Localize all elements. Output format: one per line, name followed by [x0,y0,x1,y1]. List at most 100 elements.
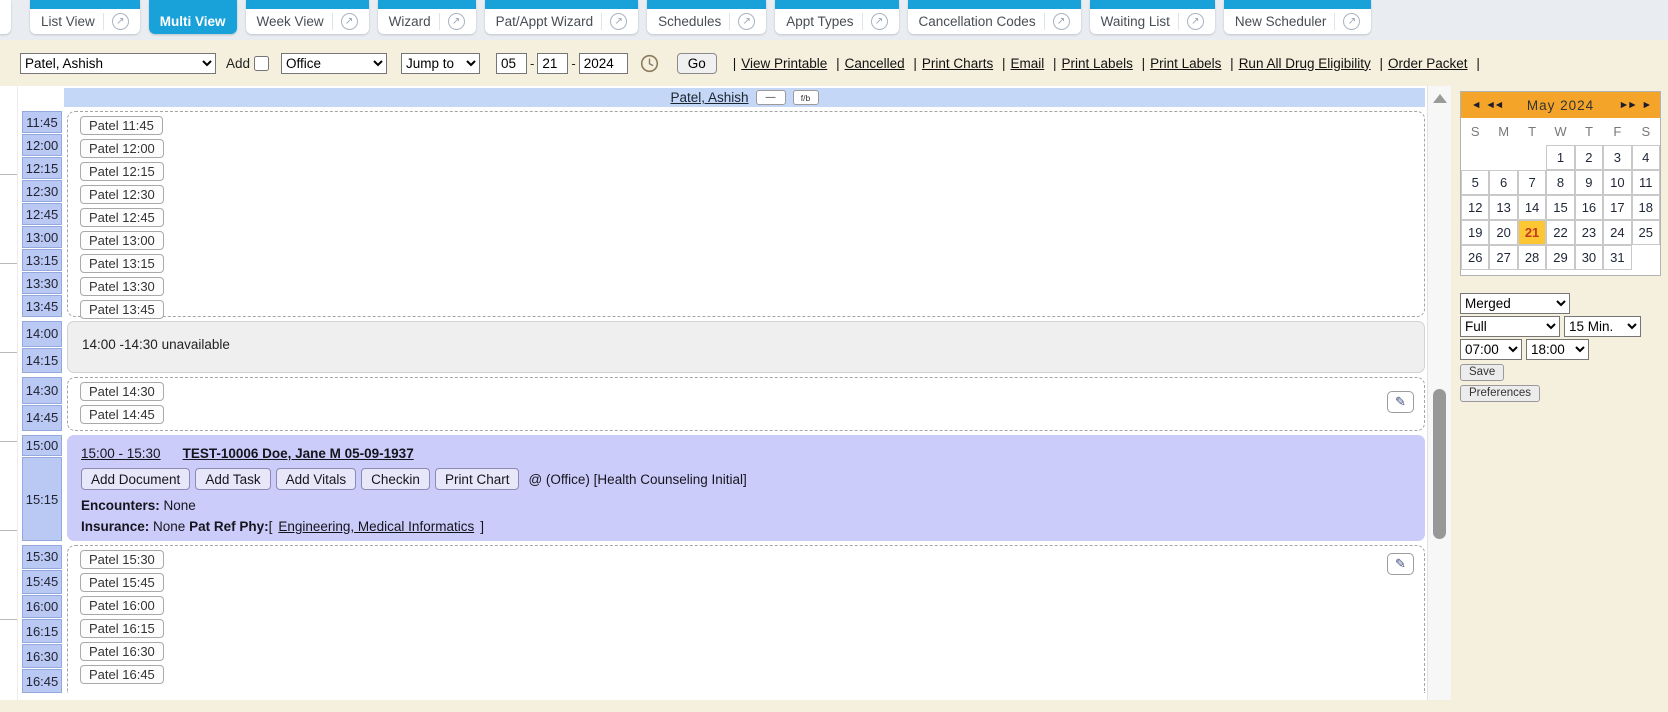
calendar-day-cell[interactable]: 27 [1489,245,1517,270]
calendar-day-cell[interactable]: 8 [1546,170,1574,195]
time-cell[interactable]: 15:15 [22,457,62,541]
minimize-column-button[interactable]: — [756,90,786,105]
calendar-day-cell[interactable]: 12 [1461,195,1489,220]
calendar-day-cell[interactable]: 19 [1461,220,1489,245]
save-button[interactable]: Save [1460,364,1504,381]
toolbar-link[interactable]: Print Labels [1062,56,1133,71]
time-cell[interactable]: 12:00 [22,134,62,156]
time-cell[interactable]: 13:45 [22,295,62,317]
calendar-day-cell[interactable] [1461,145,1489,170]
external-link-icon[interactable]: ↗ [871,13,888,30]
tab[interactable]: Cancellation Codes ↗ [908,0,1081,34]
interval-select[interactable]: 15 Min. [1564,316,1641,337]
calendar-day-cell[interactable]: 16 [1575,195,1603,220]
calendar-day-cell[interactable]: 24 [1603,220,1631,245]
calendar-day-cell[interactable] [1518,145,1546,170]
calendar-next-fast-icon[interactable]: ►► [1619,99,1636,111]
calendar-day-cell[interactable]: 20 [1489,220,1517,245]
calendar-day-cell[interactable]: 18 [1632,195,1660,220]
appointment-block[interactable]: 15:00 - 15:30 TEST-10006 Doe, Jane M 05-… [67,435,1425,541]
provider-header-link[interactable]: Patel, Ashish [670,90,748,105]
patient-link[interactable]: TEST-10006 Doe, Jane M 05-09-1937 [183,446,414,461]
external-link-icon[interactable]: ↗ [1053,13,1070,30]
time-cell[interactable]: 12:30 [22,180,62,202]
calendar-next-icon[interactable]: ► [1642,99,1650,111]
toolbar-link[interactable]: Order Packet [1388,56,1468,71]
jump-to-select[interactable]: Jump to [401,53,480,74]
edit-pencil-icon[interactable]: ✎ [1387,391,1414,413]
open-slot-button[interactable]: Patel 12:00 [80,139,164,158]
external-link-icon[interactable]: ↗ [448,13,465,30]
time-cell[interactable]: 13:30 [22,272,62,294]
calendar-day-cell[interactable]: 14 [1518,195,1546,220]
scrollbar-thumb[interactable] [1433,389,1446,539]
calendar-day-cell[interactable]: 17 [1603,195,1631,220]
external-link-icon[interactable]: ↗ [1187,13,1204,30]
toolbar-link[interactable]: View Printable [741,56,827,71]
appointment-action-button[interactable]: Checkin [361,468,430,490]
open-slot-button[interactable]: Patel 12:15 [80,162,164,181]
open-slot-button[interactable]: Patel 13:45 [80,300,164,319]
calendar-day-cell[interactable]: 15 [1546,195,1574,220]
partial-tab[interactable] [0,0,11,34]
external-link-icon[interactable]: ↗ [610,13,627,30]
time-cell[interactable]: 12:45 [22,203,62,225]
vertical-scrollbar[interactable] [1427,86,1451,700]
open-slot-button[interactable]: Patel 16:30 [80,642,164,661]
external-link-icon[interactable]: ↗ [341,13,358,30]
time-cell[interactable]: 14:45 [22,405,62,432]
external-link-icon[interactable]: ↗ [1343,13,1360,30]
zoom-level-select[interactable]: Full [1460,316,1560,337]
calendar-day-cell[interactable]: 23 [1575,220,1603,245]
open-slot-button[interactable]: Patel 16:15 [80,619,164,638]
open-slot-button[interactable]: Patel 13:15 [80,254,164,273]
calendar-day-cell[interactable]: 11 [1632,170,1660,195]
open-slot-button[interactable]: Patel 14:30 [80,382,164,401]
tab[interactable]: Week View ↗ [246,0,369,34]
calendar-day-cell[interactable]: 1 [1546,145,1574,170]
calendar-day-cell[interactable]: 6 [1489,170,1517,195]
tab[interactable]: New Scheduler ↗ [1224,0,1372,34]
start-time-select[interactable]: 07:00 [1460,339,1522,360]
time-cell[interactable]: 13:00 [22,226,62,248]
tab[interactable]: Multi View ↗ [149,0,237,34]
open-slot-button[interactable]: Patel 16:45 [80,665,164,684]
tab[interactable]: List View ↗ [30,0,140,34]
end-time-select[interactable]: 18:00 [1526,339,1589,360]
calendar-day-cell[interactable]: 7 [1518,170,1546,195]
calendar-day-cell[interactable]: 21 [1518,220,1546,245]
date-month-input[interactable] [496,53,527,74]
calendar-day-cell[interactable]: 10 [1603,170,1631,195]
time-cell[interactable]: 11:45 [22,111,62,133]
calendar-day-cell[interactable]: 28 [1518,245,1546,270]
open-slot-button[interactable]: Patel 13:30 [80,277,164,296]
tab[interactable]: Schedules ↗ [647,0,766,34]
open-slot-button[interactable]: Patel 12:30 [80,185,164,204]
open-slot-button[interactable]: Patel 15:45 [80,573,164,592]
scrollbar-up-arrow-icon[interactable] [1433,94,1447,103]
calendar-day-cell[interactable]: 30 [1575,245,1603,270]
toolbar-link[interactable]: Print Charts [922,56,993,71]
appointment-action-button[interactable]: Print Chart [435,468,520,490]
appointment-time-link[interactable]: 15:00 - 15:30 [81,446,161,461]
toolbar-link[interactable]: Run All Drug Eligibility [1239,56,1371,71]
tab[interactable]: Pat/Appt Wizard ↗ [485,0,639,34]
go-button[interactable]: Go [677,53,717,74]
preferences-button[interactable]: Preferences [1460,385,1540,402]
tab[interactable]: Wizard ↗ [378,0,476,34]
calendar-day-cell[interactable]: 31 [1603,245,1631,270]
time-cell[interactable]: 16:30 [22,644,62,668]
open-slot-button[interactable]: Patel 15:30 [80,550,164,569]
tab[interactable]: Waiting List ↗ [1090,0,1215,34]
open-slot-button[interactable]: Patel 16:00 [80,596,164,615]
edit-pencil-icon[interactable]: ✎ [1387,553,1414,575]
open-slot-button[interactable]: Patel 13:00 [80,231,164,250]
calendar-day-cell[interactable]: 5 [1461,170,1489,195]
calendar-day-cell[interactable]: 2 [1575,145,1603,170]
time-cell[interactable]: 16:00 [22,595,62,619]
calendar-day-cell[interactable]: 3 [1603,145,1631,170]
calendar-prev-fast-icon[interactable]: ◄◄ [1485,99,1502,111]
calendar-day-cell[interactable]: 25 [1632,220,1660,245]
calendar-prev-icon[interactable]: ◄ [1471,99,1479,111]
calendar-day-cell[interactable]: 13 [1489,195,1517,220]
